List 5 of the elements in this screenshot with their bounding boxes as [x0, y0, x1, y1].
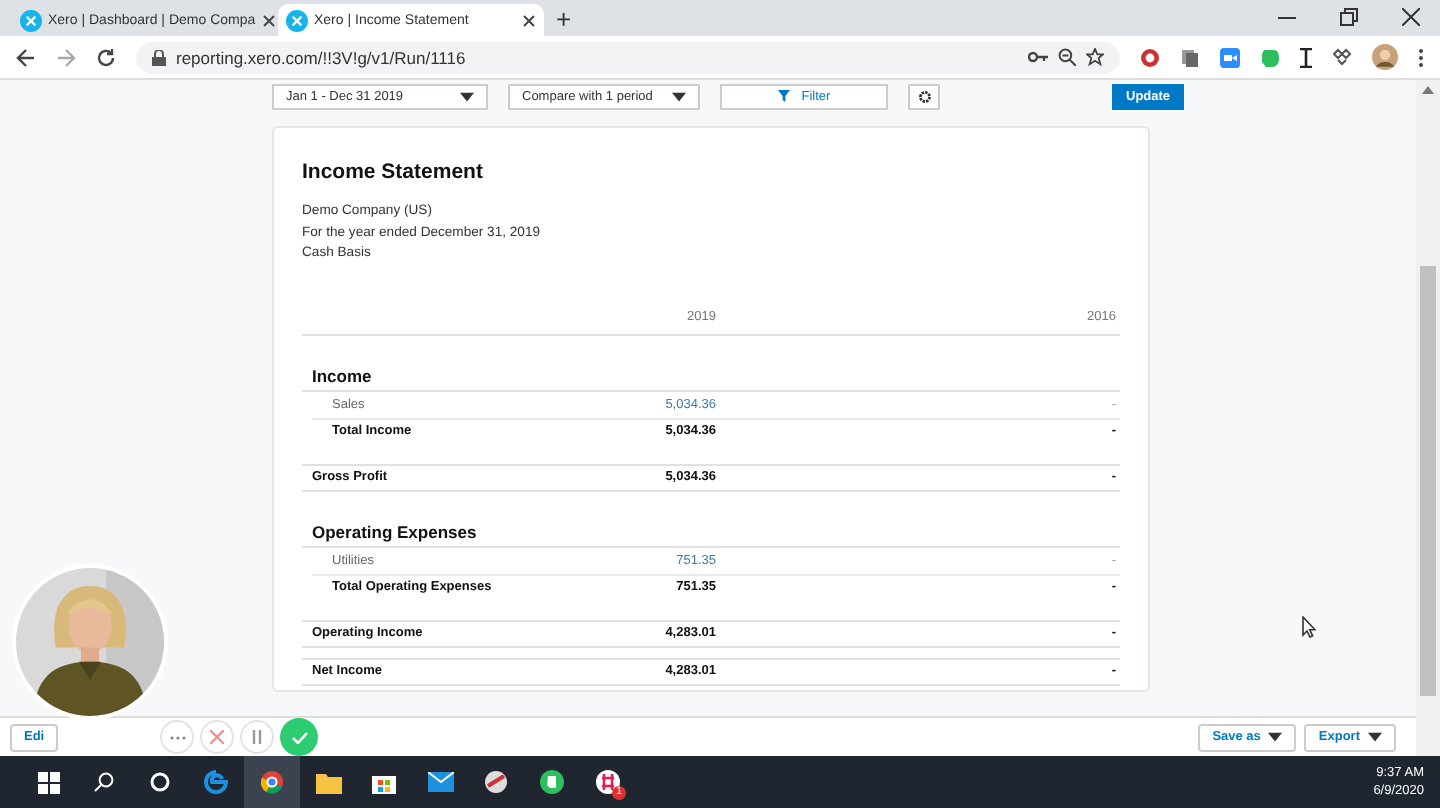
- section-heading: Operating Expenses: [312, 522, 477, 542]
- address-bar[interactable]: reporting.xero.com/!!3V!g/v1/Run/1116: [136, 41, 1120, 73]
- report-title: Income Statement: [302, 160, 485, 184]
- new-tab-button[interactable]: +: [544, 4, 584, 36]
- section-heading: Income: [312, 366, 372, 386]
